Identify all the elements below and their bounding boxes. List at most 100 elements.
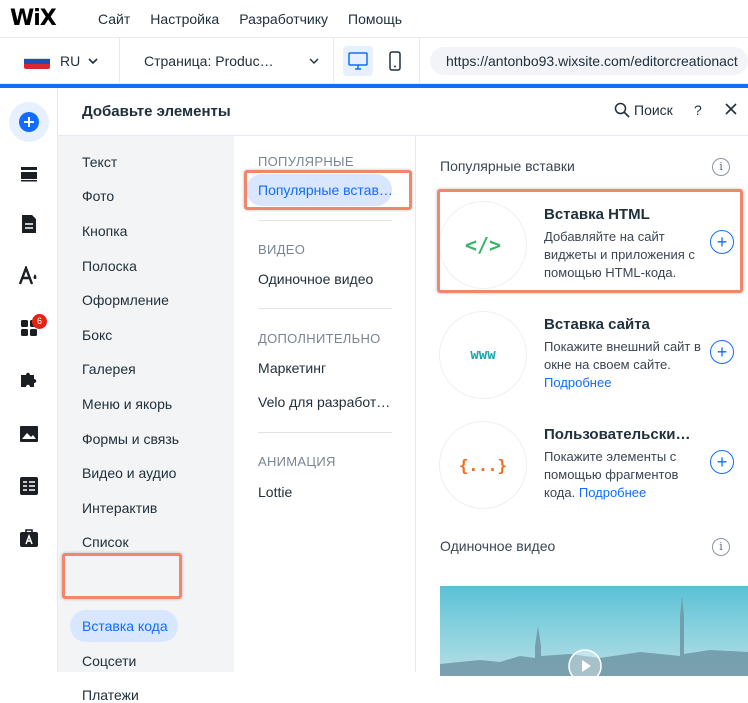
category-item-embed-code[interactable]: Вставка кода xyxy=(82,618,168,634)
russia-flag-icon xyxy=(24,52,50,69)
element-card-custom-element[interactable]: {...} Пользовательски… Покажите элементы… xyxy=(440,420,736,512)
info-icon[interactable]: i xyxy=(712,538,730,556)
category-item[interactable]: Формы и связь xyxy=(82,431,179,447)
page-icon xyxy=(22,215,36,233)
card-description: Покажите элементы с помощью фрагментов к… xyxy=(544,449,679,500)
image-icon xyxy=(20,426,38,442)
element-card-site-embed[interactable]: www Вставка сайта Покажите внешний сайт … xyxy=(440,310,736,402)
divider xyxy=(258,220,392,221)
subcategory-header: ДОПОЛНИТЕЛЬНО xyxy=(258,331,381,346)
mobile-view-button[interactable] xyxy=(380,46,410,76)
chevron-down-icon xyxy=(88,57,98,64)
card-title: Вставка HTML xyxy=(544,206,650,223)
desktop-icon xyxy=(348,51,368,70)
sections-icon xyxy=(21,167,37,182)
card-title: Пользовательски… xyxy=(544,426,691,443)
close-icon[interactable] xyxy=(724,102,738,116)
apps-button[interactable]: 6 xyxy=(11,310,47,346)
learn-more-link[interactable]: Подробнее xyxy=(544,375,611,390)
subcategory-item[interactable]: Velo для разработ… xyxy=(258,394,390,410)
card-title: Вставка сайта xyxy=(544,316,650,333)
portfolio-button[interactable] xyxy=(11,520,47,556)
subcategory-item[interactable]: Lottie xyxy=(258,484,292,500)
subcategory-header: ПОПУЛЯРНЫЕ xyxy=(258,154,354,169)
sections-button[interactable] xyxy=(11,156,47,192)
video-thumbnail[interactable] xyxy=(440,586,748,676)
www-icon: www xyxy=(440,312,526,398)
language-selector[interactable]: RU xyxy=(0,38,120,83)
element-card-html-embed[interactable]: </> Вставка HTML Добавляйте на сайт видж… xyxy=(440,200,736,292)
panel-title: Добавьте элементы xyxy=(82,103,231,120)
section-title: Популярные вставки xyxy=(440,158,575,174)
pages-button[interactable] xyxy=(11,206,47,242)
play-icon xyxy=(582,660,591,672)
category-item[interactable]: Кнопка xyxy=(82,223,127,239)
menu-help[interactable]: Помощь xyxy=(348,11,402,27)
menu-developer[interactable]: Разработчику xyxy=(239,11,328,27)
menu-settings[interactable]: Настройка xyxy=(150,11,219,27)
page-selector-label: Страница: Produc… xyxy=(144,52,274,69)
search-label: Поиск xyxy=(634,102,673,118)
category-item[interactable]: Меню и якорь xyxy=(82,396,172,412)
category-item[interactable]: Соцсети xyxy=(82,653,136,669)
subcategory-item[interactable]: Маркетинг xyxy=(258,360,326,376)
table-icon xyxy=(20,477,38,495)
chevron-down-icon xyxy=(309,58,319,64)
category-item[interactable]: Фото xyxy=(82,188,114,204)
design-icon xyxy=(18,266,37,285)
elements-content: Популярные вставки i </> Вставка HTML До… xyxy=(416,136,748,676)
help-button[interactable]: ? xyxy=(694,102,702,118)
device-switcher xyxy=(334,38,420,83)
add-element-button[interactable]: + xyxy=(710,340,734,364)
desktop-view-button[interactable] xyxy=(343,45,374,76)
search-icon xyxy=(614,102,630,118)
page-selector[interactable]: Страница: Produc… xyxy=(120,38,334,83)
design-button[interactable] xyxy=(11,258,47,294)
curly-braces-icon: {...} xyxy=(440,422,526,508)
subcategory-item-popular-embeds[interactable]: Популярные встав… xyxy=(258,182,393,198)
info-icon[interactable]: i xyxy=(712,158,730,176)
section-title: Одиночное видео xyxy=(440,538,556,554)
add-icon xyxy=(19,112,39,132)
category-item[interactable]: Бокс xyxy=(82,327,112,343)
category-item[interactable]: Интерактив xyxy=(82,500,157,516)
site-url-field[interactable]: https://antonbo93.wixsite.com/editorcrea… xyxy=(430,46,748,75)
card-description: Покажите внешний сайт в окне на своем са… xyxy=(544,339,701,390)
card-description: Добавляйте на сайт виджеты и приложения … xyxy=(544,229,695,280)
learn-more-link[interactable]: Подробнее xyxy=(579,485,646,500)
menu-site[interactable]: Сайт xyxy=(98,11,130,27)
add-element-button[interactable]: + xyxy=(710,230,734,254)
subcategory-list: ПОПУЛЯРНЫЕ Популярные встав… ВИДЕО Одино… xyxy=(234,136,416,672)
add-elements-button[interactable] xyxy=(9,102,49,142)
top-menu-bar: WiX Сайт Настройка Разработчику Помощь xyxy=(0,0,748,38)
subcategory-header: АНИМАЦИЯ xyxy=(258,454,336,469)
category-item[interactable]: Платежи xyxy=(82,687,139,703)
panel-header: Добавьте элементы Поиск ? xyxy=(58,88,748,136)
divider xyxy=(258,432,392,433)
category-item[interactable]: Текст xyxy=(82,154,117,170)
left-tool-rail: 6 xyxy=(0,88,58,672)
category-list: Текст Фото Кнопка Полоска Оформление Бок… xyxy=(58,136,234,703)
apps-notification-badge: 6 xyxy=(32,314,47,329)
code-brackets-icon: </> xyxy=(440,202,526,288)
briefcase-icon xyxy=(20,529,38,547)
business-button[interactable] xyxy=(11,362,47,398)
category-item[interactable]: Оформление xyxy=(82,292,169,308)
wix-logo[interactable]: WiX xyxy=(10,6,70,31)
editor-toolbar: RU Страница: Produc… https://antonbo93.w… xyxy=(0,38,748,84)
category-item[interactable]: Список xyxy=(82,534,129,550)
category-item[interactable]: Видео и аудио xyxy=(82,465,176,481)
puzzle-icon xyxy=(21,372,37,387)
add-elements-panel: Добавьте элементы Поиск ? Текст Фото Кно… xyxy=(58,88,748,703)
language-code: RU xyxy=(60,52,81,69)
search-button[interactable]: Поиск xyxy=(614,102,673,118)
category-item[interactable]: Полоска xyxy=(82,258,137,274)
cms-button[interactable] xyxy=(11,468,47,504)
subcategory-header: ВИДЕО xyxy=(258,242,306,257)
media-button[interactable] xyxy=(11,416,47,452)
category-item[interactable]: Галерея xyxy=(82,361,136,377)
add-element-button[interactable]: + xyxy=(710,450,734,474)
divider xyxy=(258,308,392,309)
subcategory-item[interactable]: Одиночное видео xyxy=(258,271,373,287)
mobile-icon xyxy=(389,50,401,71)
